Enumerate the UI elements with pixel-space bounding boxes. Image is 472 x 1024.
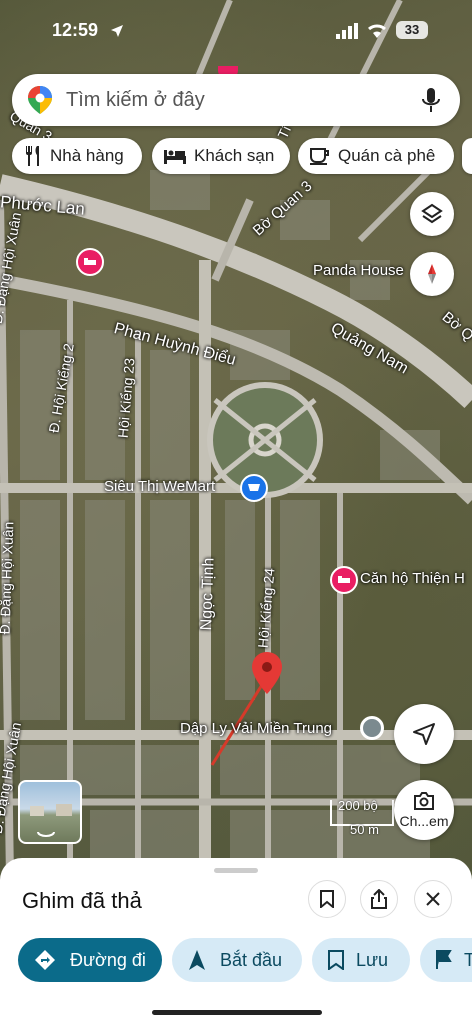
bookmark-icon <box>328 950 344 970</box>
chip-label: Nhà hàng <box>50 146 124 165</box>
dropped-pin-icon[interactable] <box>252 652 282 694</box>
coffee-cup-icon <box>310 148 329 165</box>
chip-coffee[interactable]: Quán cà phê <box>298 138 454 174</box>
bed-icon <box>164 150 186 164</box>
share-button[interactable] <box>360 880 398 918</box>
microphone-icon[interactable] <box>422 88 440 114</box>
close-icon <box>426 892 440 906</box>
place-label-panda-house[interactable]: Panda House <box>313 262 404 279</box>
start-button[interactable]: Bắt đầu <box>172 938 302 982</box>
place-pin-dap-ly-icon[interactable] <box>360 716 384 740</box>
battery-indicator: 33 <box>396 21 428 39</box>
search-bar[interactable]: Tìm kiếm ở đây <box>12 74 460 126</box>
sheet-title: Ghim đã thả <box>22 888 142 913</box>
street-view-thumbnail[interactable] <box>18 780 82 844</box>
hotel-pin-can-ho-icon[interactable] <box>330 566 358 594</box>
camera-search-button[interactable]: Ch...em <box>394 780 454 840</box>
chip-restaurants[interactable]: Nhà hàng <box>12 138 142 174</box>
sheet-drag-handle[interactable] <box>214 868 258 873</box>
signal-icon <box>336 23 358 39</box>
hotel-pin-icon[interactable] <box>76 248 104 276</box>
place-label-sieu-thi-wemart[interactable]: Siêu Thị WeMart <box>104 478 215 495</box>
google-maps-logo-icon <box>28 86 52 114</box>
directions-label: Đường đi <box>70 949 146 970</box>
scale-bar: 200 bộ 50 m <box>330 798 394 837</box>
more-action-label: T <box>464 949 472 970</box>
share-icon <box>371 889 387 909</box>
compass-button[interactable] <box>410 252 454 296</box>
navigation-arrow-icon <box>189 950 205 970</box>
chip-label: Khách sạn <box>194 146 275 165</box>
compass-icon <box>428 264 436 284</box>
wifi-icon <box>368 24 386 38</box>
fork-knife-icon <box>26 146 39 166</box>
rotate-arrow-icon <box>37 831 55 837</box>
close-button[interactable] <box>414 880 452 918</box>
chip-more[interactable] <box>462 138 472 174</box>
camera-search-label: Ch...em <box>399 813 449 829</box>
layers-button[interactable] <box>410 192 454 236</box>
status-time: 12:59 <box>52 20 99 40</box>
location-arrow-icon <box>111 25 123 37</box>
directions-button[interactable]: Đường đi <box>18 938 162 982</box>
place-label-dap-ly[interactable]: Dập Ly Vải Miền Trung <box>180 720 332 737</box>
place-bottom-sheet[interactable]: Ghim đã thả Đường đi Bắt đầu Lưu T <box>0 858 472 1024</box>
store-pin-icon[interactable] <box>240 474 268 502</box>
home-indicator[interactable] <box>152 1010 322 1015</box>
status-bar: 12:59 33 <box>0 18 472 48</box>
my-location-button[interactable] <box>394 704 454 764</box>
search-input[interactable]: Tìm kiếm ở đây <box>66 89 205 112</box>
bookmark-icon <box>320 890 334 908</box>
place-label-can-ho[interactable]: Căn hộ Thiện H <box>360 570 465 587</box>
chip-hotels[interactable]: Khách sạn <box>152 138 290 174</box>
start-label: Bắt đầu <box>220 949 283 970</box>
save-icon-button[interactable] <box>308 880 346 918</box>
more-action-button[interactable]: T <box>420 938 472 982</box>
directions-icon <box>35 950 55 970</box>
navigation-arrow-icon <box>413 723 435 745</box>
flag-icon <box>436 950 452 969</box>
save-button[interactable]: Lưu <box>312 938 410 982</box>
camera-icon <box>414 792 434 810</box>
save-label: Lưu <box>356 949 389 970</box>
layers-icon <box>421 203 443 224</box>
road-label-ngoc-tinh: Ngọc Tịnh <box>198 557 218 631</box>
chip-label: Quán cà phê <box>338 146 436 165</box>
